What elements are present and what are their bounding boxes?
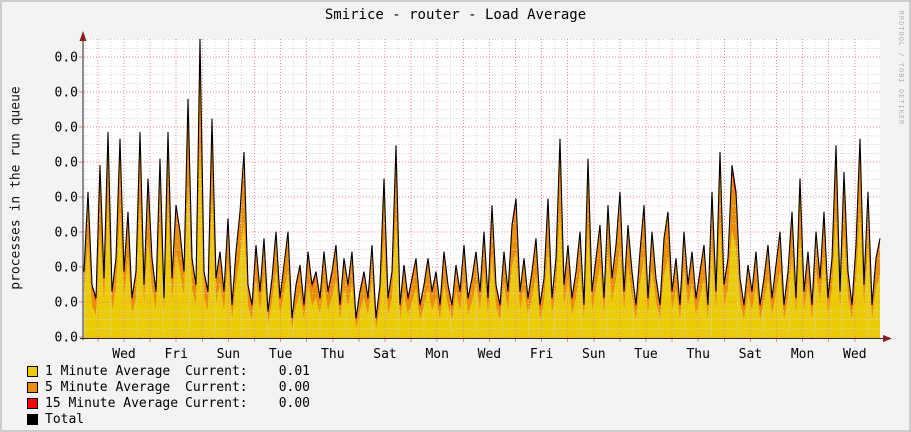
y-tick-label: 0.0 (55, 191, 78, 206)
y-tick-label: 0.0 (55, 51, 78, 66)
legend-current-label: Current: (185, 395, 248, 411)
y-tick-label: 0.0 (55, 261, 78, 276)
chart-legend: 1 Minute Average Current: 0.01 5 Minute Ave… (27, 363, 310, 427)
legend-series-name: 1 Minute Average (45, 363, 171, 379)
legend-current-value: 0.00 (278, 395, 310, 411)
legend-item-total: Total (27, 411, 310, 427)
legend-current-label: Current: (185, 379, 248, 395)
y-tick-label: 0.0 (55, 156, 78, 171)
y-tick-label: 0.0 (55, 86, 78, 101)
legend-item-15-minute-average: 15 Minute Average Current: 0.00 (27, 395, 310, 411)
legend-series-name: 5 Minute Average (45, 379, 171, 395)
x-tick-label: Sat (739, 347, 762, 362)
x-tick-label: Tue (634, 347, 658, 362)
legend-item-1-minute-average: 1 Minute Average Current: 0.01 (27, 363, 310, 379)
legend-series-name: 15 Minute Average (45, 395, 179, 411)
y-tick-label: 0.0 (55, 296, 78, 311)
x-tick-label: Thu (321, 347, 344, 362)
x-tick-label: Wed (843, 347, 866, 362)
x-tick-label: Wed (112, 347, 135, 362)
x-tick-label: Mon (425, 347, 448, 362)
x-tick-label: Wed (478, 347, 501, 362)
legend-swatch-icon (27, 381, 38, 393)
x-tick-label: Mon (791, 347, 814, 362)
legend-swatch-icon (27, 413, 38, 425)
legend-item-5-minute-average: 5 Minute Average Current: 0.00 (27, 379, 310, 395)
legend-current-value: 0.00 (278, 379, 310, 395)
x-tick-label: Sat (373, 347, 396, 362)
x-tick-label: Fri (164, 347, 187, 362)
legend-swatch-icon (27, 397, 38, 409)
x-tick-label: Thu (686, 347, 709, 362)
x-axis-arrow-icon (883, 335, 892, 342)
y-tick-label: 0.0 (55, 331, 78, 346)
y-tick-label: 0.0 (55, 226, 78, 241)
legend-current-value: 0.01 (278, 363, 310, 379)
legend-current-label: Current: (185, 363, 248, 379)
x-tick-label: Sun (582, 347, 605, 362)
x-tick-label: Tue (269, 347, 293, 362)
legend-series-name: Total (45, 411, 85, 427)
rrdtool-graph: Smirice - router - Load Average processe… (0, 0, 911, 432)
legend-swatch-icon (27, 365, 38, 377)
x-tick-label: Fri (530, 347, 553, 362)
x-tick-label: Sun (217, 347, 240, 362)
y-tick-label: 0.0 (55, 121, 78, 136)
y-axis-arrow-icon (79, 31, 87, 41)
